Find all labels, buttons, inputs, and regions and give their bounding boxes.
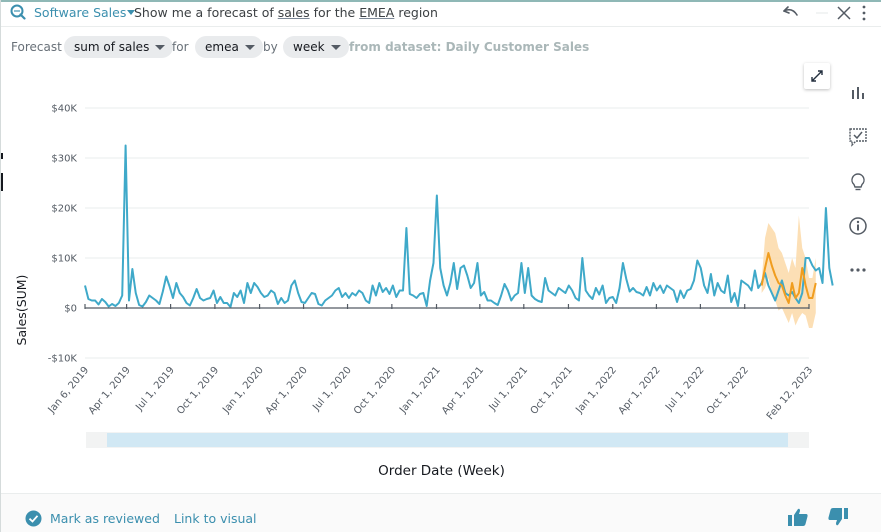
caret-down-icon — [244, 44, 255, 50]
mark-as-reviewed-link[interactable]: Mark as reviewed — [50, 511, 160, 526]
expand-button[interactable] — [804, 63, 830, 89]
dataset-source: from dataset: Daily Customer Sales — [349, 40, 590, 54]
x-tick-label: Jan 6, 2019 — [46, 365, 92, 416]
q-search-icon — [10, 4, 26, 20]
x-axis-label: Order Date (Week) — [378, 463, 505, 479]
minimize-icon[interactable] — [814, 4, 830, 22]
info-icon — [849, 217, 867, 235]
x-tick-label: Jul 1, 2021 — [487, 365, 530, 414]
x-tick-label: Oct 1, 2019 — [175, 365, 221, 417]
y-tick-label: $10K — [51, 254, 77, 265]
forecast-line-chart: $40K $30K $20K $10K $0 -$10K Sales(SUM) Jan 6… — [14, 104, 834, 422]
forecast-label: Forecast — [11, 40, 62, 54]
check-circle-icon[interactable] — [25, 510, 42, 527]
lightbulb-icon — [851, 173, 865, 191]
caret-down-icon — [330, 44, 341, 50]
forecast-confidence-band — [761, 215, 816, 328]
granularity-value: week — [293, 40, 325, 54]
topic-selector[interactable]: Software Sales — [34, 5, 136, 20]
thumbs-down-icon[interactable] — [827, 507, 849, 527]
measure-value: sum of sales — [74, 40, 150, 54]
measure-dropdown[interactable]: sum of sales — [64, 36, 174, 58]
x-tick-label: Oct 1, 2020 — [352, 365, 398, 417]
info-button[interactable] — [847, 215, 869, 237]
region-value: emea — [205, 40, 239, 54]
y-tick-label: -$10K — [48, 354, 78, 365]
question-fragment: Show me a forecast of — [134, 5, 278, 20]
question-fragment: for the — [309, 5, 360, 20]
range-scrollbar-thumb[interactable] — [107, 433, 788, 447]
q-answer-panel: Software Sales Show me a forecast of sal… — [0, 0, 881, 532]
question-fragment: region — [394, 5, 438, 20]
y-tick-label: $20K — [51, 204, 77, 215]
gridlines — [85, 107, 809, 359]
undo-icon[interactable] — [780, 4, 800, 22]
y-tick-label: $30K — [51, 154, 77, 165]
x-tick-label: Jul 1, 2019 — [133, 365, 176, 414]
question-entity[interactable]: sales — [278, 5, 310, 20]
region-dropdown[interactable]: emea — [195, 36, 263, 58]
y-tick-label: $0 — [64, 304, 77, 315]
for-label: for — [172, 40, 189, 54]
thumbs-up-icon[interactable] — [787, 507, 809, 527]
y-tick-label: $40K — [51, 104, 77, 115]
x-tick-label: Jan 1, 2020 — [220, 365, 266, 416]
x-tick-label: Jan 1, 2021 — [397, 365, 443, 416]
x-tick-label: Jan 1, 2022 — [574, 365, 620, 416]
by-label: by — [263, 40, 278, 54]
x-tick-label: Apr 1, 2020 — [264, 365, 310, 417]
more-options-button[interactable] — [847, 259, 869, 281]
change-visual-button[interactable] — [847, 82, 869, 104]
x-tick-label: Apr 1, 2022 — [617, 365, 663, 417]
feedback-check-icon — [849, 128, 867, 147]
series-lines — [84, 144, 834, 308]
x-tick-label: Jul 1, 2022 — [663, 365, 706, 414]
question-text[interactable]: Show me a forecast of sales for the EMEA… — [134, 5, 438, 20]
y-axis-label: Sales(SUM) — [14, 275, 29, 346]
x-tick-label: Jul 1, 2020 — [310, 365, 353, 414]
granularity-dropdown[interactable]: week — [283, 36, 349, 58]
bar-chart-icon — [852, 87, 864, 99]
feedback-button[interactable] — [847, 126, 869, 148]
more-vertical-icon[interactable] — [860, 4, 868, 22]
caret-down-icon — [155, 44, 166, 50]
more-horizontal-icon — [850, 268, 866, 272]
x-tick-label: Apr 1, 2019 — [87, 365, 133, 417]
x-axis-ticks: Jan 6, 2019Apr 1, 2019 Jul 1, 2019Oct 1, … — [46, 304, 815, 422]
x-tick-label: Oct 1, 2021 — [529, 365, 575, 417]
topic-label: Software Sales — [34, 5, 127, 20]
close-icon[interactable] — [835, 4, 853, 22]
link-to-visual-link[interactable]: Link to visual — [174, 511, 257, 526]
x-tick-label: Apr 1, 2021 — [440, 365, 486, 417]
x-tick-label: Oct 1, 2022 — [705, 365, 751, 417]
actual-sales-line — [84, 144, 834, 308]
insights-button[interactable] — [847, 171, 869, 193]
forecast-band — [761, 215, 816, 328]
y-axis-ticks: $40K $30K $20K $10K $0 -$10K — [48, 104, 78, 365]
expand-icon — [811, 70, 823, 82]
question-entity[interactable]: EMEA — [359, 5, 394, 20]
x-tick-label: Feb 12, 2023 — [765, 365, 815, 422]
